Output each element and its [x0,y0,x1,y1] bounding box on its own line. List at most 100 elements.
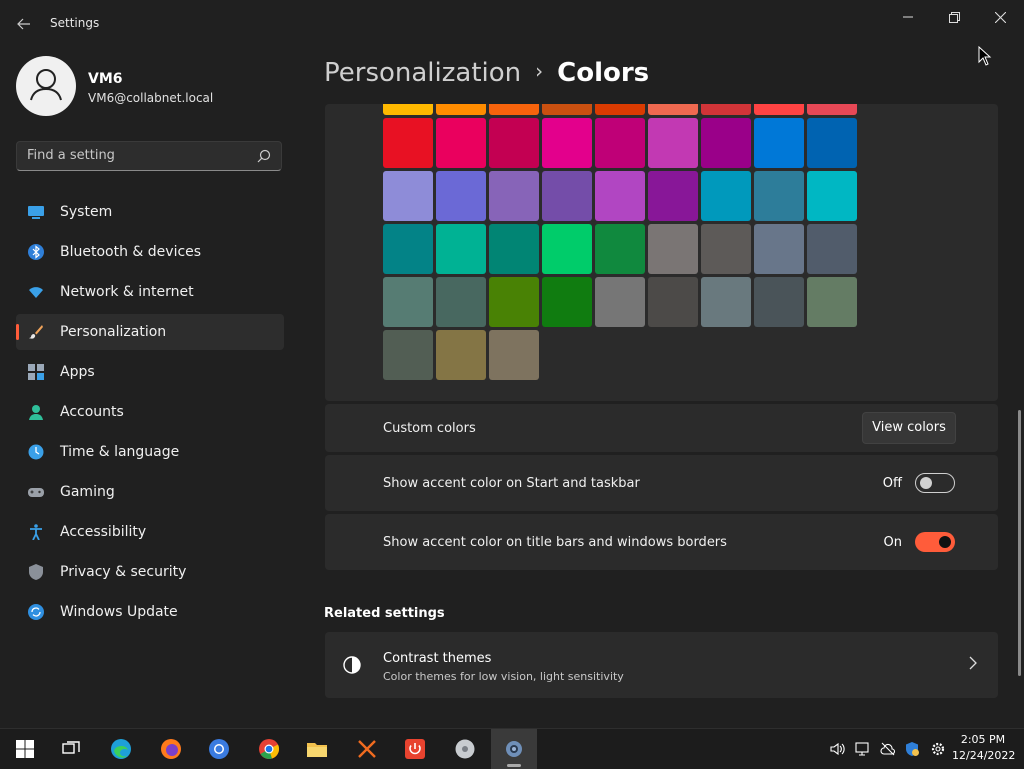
start-button[interactable] [2,729,48,769]
user-name: VM6 [88,71,123,87]
accent-color-swatch[interactable] [754,224,804,274]
accent-color-swatch[interactable] [383,171,433,221]
accent-color-swatch[interactable] [754,118,804,168]
taskbar-app-power[interactable] [392,729,438,769]
accent-color-swatch[interactable] [648,224,698,274]
accent-color-swatch[interactable] [436,277,486,327]
task-view-icon [62,741,80,754]
security-icon[interactable] [904,741,920,757]
sidebar-item-gaming[interactable]: Gaming [16,474,284,510]
accent-color-swatch[interactable] [542,224,592,274]
close-button[interactable] [978,6,1022,30]
accent-color-swatch[interactable] [701,277,751,327]
accent-color-swatch[interactable] [648,118,698,168]
taskbar-app-edge[interactable] [98,729,144,769]
toggle-label: Show accent color on Start and taskbar [383,476,640,491]
contrast-icon [343,656,361,674]
accent-color-swatch[interactable] [489,118,539,168]
sidebar-item-accessibility[interactable]: Accessibility [16,514,284,550]
accent-color-swatch[interactable] [701,118,751,168]
accent-color-swatch[interactable] [383,118,433,168]
accent-color-swatch[interactable] [701,224,751,274]
accent-color-swatch[interactable] [383,330,433,380]
accent-color-swatch[interactable] [701,171,751,221]
accent-color-swatch[interactable] [436,330,486,380]
accent-color-swatch[interactable] [754,277,804,327]
clock-time[interactable]: 2:05 PM [958,733,1008,746]
accent-color-swatch[interactable] [436,118,486,168]
accent-color-swatch[interactable] [648,171,698,221]
sidebar-item-apps[interactable]: Apps [16,354,284,390]
accent-color-swatch[interactable] [807,277,857,327]
taskbar-app-disk[interactable] [442,729,488,769]
search-input[interactable]: Find a setting [27,148,115,163]
sidebar-item-network[interactable]: Network & internet [16,274,284,310]
accent-color-swatch[interactable] [436,171,486,221]
scrollbar[interactable] [1018,410,1021,676]
taskbar-app-x[interactable] [344,729,390,769]
minimize-button[interactable] [886,6,930,30]
accent-color-swatch[interactable] [648,277,698,327]
search-icon[interactable] [257,149,271,163]
toggle-row-title-bars: Show accent color on title bars and wind… [325,514,998,570]
accent-color-swatch[interactable] [595,104,645,115]
accent-color-swatch[interactable] [542,104,592,115]
accent-color-swatch[interactable] [595,277,645,327]
accent-color-swatch[interactable] [489,277,539,327]
sidebar-item-windows-update[interactable]: Windows Update [16,594,284,630]
accent-color-swatch[interactable] [648,104,698,115]
search-box[interactable]: Find a setting [16,141,282,171]
sidebar-item-time-language[interactable]: Time & language [16,434,284,470]
accent-color-swatch[interactable] [383,277,433,327]
contrast-themes-link[interactable]: Contrast themes Color themes for low vis… [325,632,998,698]
sidebar-item-accounts[interactable]: Accounts [16,394,284,430]
maximize-button[interactable] [932,6,976,30]
accent-color-swatch[interactable] [489,104,539,115]
task-view-button[interactable] [48,729,94,769]
accent-color-swatch[interactable] [754,104,804,115]
view-colors-button[interactable]: View colors [862,412,956,444]
taskbar-app-chromium[interactable] [196,729,242,769]
accent-start-taskbar-toggle[interactable] [915,473,955,493]
network-icon[interactable] [855,741,871,757]
accent-color-swatch[interactable] [489,171,539,221]
clock-date[interactable]: 12/24/2022 [952,749,1015,762]
accent-color-swatch[interactable] [807,118,857,168]
accent-color-swatch[interactable] [542,171,592,221]
gaming-icon [28,488,44,497]
gear-icon[interactable] [930,741,946,757]
close-icon [994,11,1006,24]
accent-color-swatch[interactable] [489,224,539,274]
sidebar-item-bluetooth[interactable]: Bluetooth & devices [16,234,284,270]
accent-color-swatch[interactable] [595,118,645,168]
sidebar-item-label: Bluetooth & devices [60,244,202,260]
breadcrumb-parent[interactable]: Personalization [324,58,521,88]
sidebar-item-privacy[interactable]: Privacy & security [16,554,284,590]
taskbar-app-firefox[interactable] [148,729,194,769]
accent-color-swatch[interactable] [807,171,857,221]
accent-color-swatch[interactable] [383,104,433,115]
accent-color-swatch[interactable] [436,104,486,115]
accent-title-bars-toggle[interactable] [915,532,955,552]
cloud-icon[interactable] [880,741,896,757]
accent-color-swatch[interactable] [595,224,645,274]
accent-color-swatch[interactable] [436,224,486,274]
accent-color-swatch[interactable] [701,104,751,115]
accent-color-swatch[interactable] [542,277,592,327]
accent-color-swatch[interactable] [807,104,857,115]
accent-color-swatch[interactable] [807,224,857,274]
back-button[interactable] [14,14,34,34]
taskbar-app-chrome[interactable] [246,729,292,769]
sidebar-item-label: Personalization [60,324,167,340]
sidebar-item-personalization[interactable]: Personalization [16,314,284,350]
accent-color-swatch[interactable] [383,224,433,274]
accent-color-swatch[interactable] [754,171,804,221]
accent-color-swatch[interactable] [542,118,592,168]
volume-icon[interactable] [830,741,846,757]
avatar[interactable] [16,56,76,116]
accent-color-swatch[interactable] [595,171,645,221]
taskbar-app-file-explorer[interactable] [294,729,340,769]
accent-color-swatch[interactable] [489,330,539,380]
taskbar-app-settings[interactable] [491,729,537,769]
sidebar-item-system[interactable]: System [16,194,284,230]
